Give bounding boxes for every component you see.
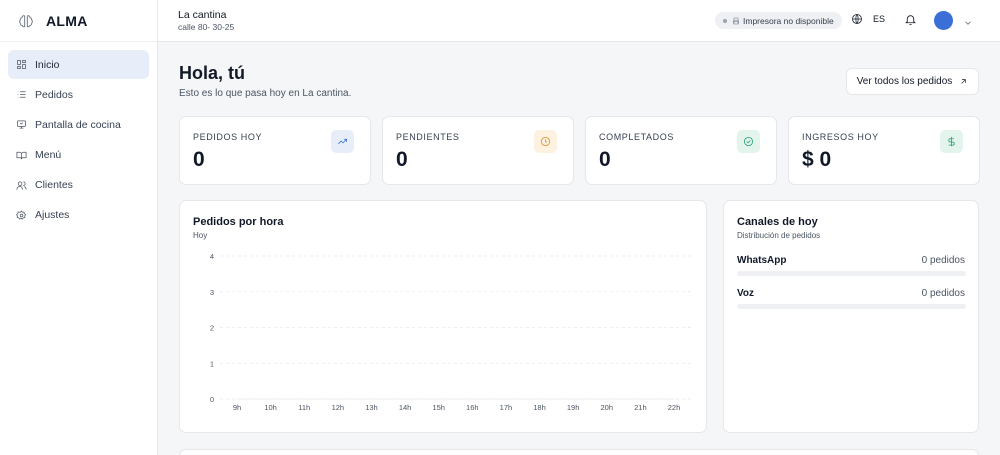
sidebar-item-menu[interactable]: Menú bbox=[8, 141, 149, 170]
x-tick-label: 21h bbox=[634, 403, 647, 412]
hourly-orders-card: Pedidos por hora Hoy 0 1 2 3 4 9h 10h 11h 12h 13h… bbox=[179, 200, 707, 433]
channel-name-voz: Voz bbox=[737, 288, 755, 299]
y-tick-label: 3 bbox=[210, 288, 214, 297]
stat-icon-box bbox=[331, 130, 354, 153]
sidebar-nav: Inicio Pedidos Pantalla de cocina Menú C… bbox=[0, 42, 157, 239]
clock-icon bbox=[540, 136, 551, 147]
topbar: La cantina calle 80- 30-25 Impresora no … bbox=[158, 0, 1000, 42]
x-tick-label: 20h bbox=[601, 403, 614, 412]
list-icon bbox=[17, 91, 26, 98]
sidebar-item-label: Ajustes bbox=[35, 209, 70, 222]
y-tick-label: 1 bbox=[210, 359, 214, 368]
stat-card-pendientes: PENDIENTES 0 bbox=[382, 116, 574, 185]
view-all-orders-label: Ver todos los pedidos bbox=[856, 76, 953, 87]
bell-icon bbox=[905, 15, 916, 25]
x-tick-label: 13h bbox=[365, 403, 378, 412]
stat-label: PEDIDOS HOY bbox=[193, 132, 263, 142]
y-tick-label: 2 bbox=[210, 324, 214, 333]
view-all-orders-button[interactable]: Ver todos los pedidos bbox=[846, 68, 979, 95]
printer-status-badge[interactable]: Impresora no disponible bbox=[715, 12, 842, 29]
channels-title: Canales de hoy bbox=[737, 216, 818, 228]
channel-bar-whatsapp bbox=[737, 271, 966, 276]
stat-card-completados: COMPLETADOS 0 bbox=[585, 116, 777, 185]
stat-value: $ 0 bbox=[802, 148, 832, 171]
status-dot bbox=[723, 18, 727, 23]
channel-count-voz: 0 pedidos bbox=[921, 288, 965, 299]
language-selector[interactable]: ES bbox=[851, 13, 885, 25]
x-tick-label: 11h bbox=[298, 403, 310, 412]
channel-count-whatsapp: 0 pedidos bbox=[921, 255, 965, 266]
stat-card-ingresos-hoy: INGRESOS HOY $ 0 bbox=[788, 116, 980, 185]
channels-subtitle: Distribución de pedidos bbox=[737, 231, 821, 240]
chevron-down-icon bbox=[965, 21, 971, 25]
user-menu-toggle[interactable] bbox=[963, 15, 973, 25]
x-tick-label: 17h bbox=[500, 403, 513, 412]
brand-name: ALMA bbox=[46, 12, 88, 29]
x-tick-label: 10h bbox=[264, 403, 277, 412]
brain-logo-icon bbox=[19, 14, 33, 27]
globe-icon bbox=[852, 14, 862, 24]
page-subtitle: Esto es lo que pasa hoy en La cantina. bbox=[179, 88, 352, 99]
x-tick-label: 19h bbox=[567, 403, 580, 412]
monitor-icon bbox=[17, 120, 26, 129]
stat-label: COMPLETADOS bbox=[599, 132, 674, 142]
stat-value: 0 bbox=[396, 148, 408, 171]
x-tick-label: 9h bbox=[233, 403, 241, 412]
gear-icon bbox=[16, 210, 27, 220]
channel-bar-voz bbox=[737, 304, 966, 309]
sidebar-item-pedidos[interactable]: Pedidos bbox=[8, 80, 149, 109]
y-tick-label: 0 bbox=[210, 395, 214, 404]
language-code: ES bbox=[873, 14, 886, 24]
stat-icon-box bbox=[737, 130, 760, 153]
arrow-up-right-icon bbox=[961, 79, 967, 84]
x-tick-label: 14h bbox=[399, 403, 412, 412]
venue-name[interactable]: La cantina bbox=[178, 9, 226, 21]
sidebar-item-label: Menú bbox=[35, 149, 62, 162]
printer-status-text: Impresora no disponible bbox=[743, 15, 834, 26]
stat-icon-box bbox=[940, 130, 963, 153]
sidebar-item-clientes[interactable]: Clientes bbox=[8, 171, 149, 200]
stat-card-pedidos-hoy: PEDIDOS HOY 0 bbox=[179, 116, 371, 185]
sidebar-item-inicio[interactable]: Inicio bbox=[8, 50, 149, 79]
dollar-icon bbox=[948, 136, 955, 147]
x-tick-label: 18h bbox=[533, 403, 546, 412]
stat-label: INGRESOS HOY bbox=[802, 132, 879, 142]
brand[interactable]: ALMA bbox=[0, 0, 157, 42]
x-tick-label: 12h bbox=[332, 403, 345, 412]
grid-icon bbox=[17, 60, 26, 69]
sidebar-item-label: Inicio bbox=[35, 58, 60, 71]
sidebar: ALMA Inicio Pedidos Pantalla de cocina M… bbox=[0, 0, 158, 455]
hourly-orders-chart: 0 1 2 3 4 9h 10h 11h 12h 13h 14h 15h 16h 17h 18h 19h 20h… bbox=[210, 252, 692, 412]
channel-name-whatsapp: WhatsApp bbox=[737, 255, 787, 266]
users-icon bbox=[16, 181, 27, 190]
x-tick-label: 15h bbox=[432, 403, 445, 412]
sidebar-item-pantalla-de-cocina[interactable]: Pantalla de cocina bbox=[8, 110, 149, 139]
stat-icon-box bbox=[534, 130, 557, 153]
stat-value: 0 bbox=[193, 148, 205, 171]
sidebar-item-label: Clientes bbox=[35, 179, 73, 192]
printer-icon bbox=[733, 17, 739, 24]
x-tick-label: 22h bbox=[668, 403, 681, 412]
x-tick-label: 16h bbox=[466, 403, 479, 412]
notifications-button[interactable] bbox=[904, 13, 917, 26]
sidebar-item-ajustes[interactable]: Ajustes bbox=[8, 201, 149, 230]
sidebar-item-label: Pantalla de cocina bbox=[35, 118, 121, 131]
sidebar-item-label: Pedidos bbox=[35, 88, 73, 101]
venue-address: calle 80- 30-25 bbox=[178, 22, 235, 32]
page-title: Hola, tú bbox=[179, 63, 245, 83]
stat-label: PENDIENTES bbox=[396, 132, 460, 142]
stat-value: 0 bbox=[599, 148, 611, 171]
channels-card: Canales de hoy Distribución de pedidos W… bbox=[723, 200, 979, 433]
check-circle-icon bbox=[743, 136, 754, 147]
book-icon bbox=[16, 151, 27, 159]
bottom-card bbox=[179, 449, 979, 455]
avatar[interactable] bbox=[934, 11, 953, 30]
trending-up-icon bbox=[338, 138, 348, 145]
y-tick-label: 4 bbox=[210, 252, 214, 261]
